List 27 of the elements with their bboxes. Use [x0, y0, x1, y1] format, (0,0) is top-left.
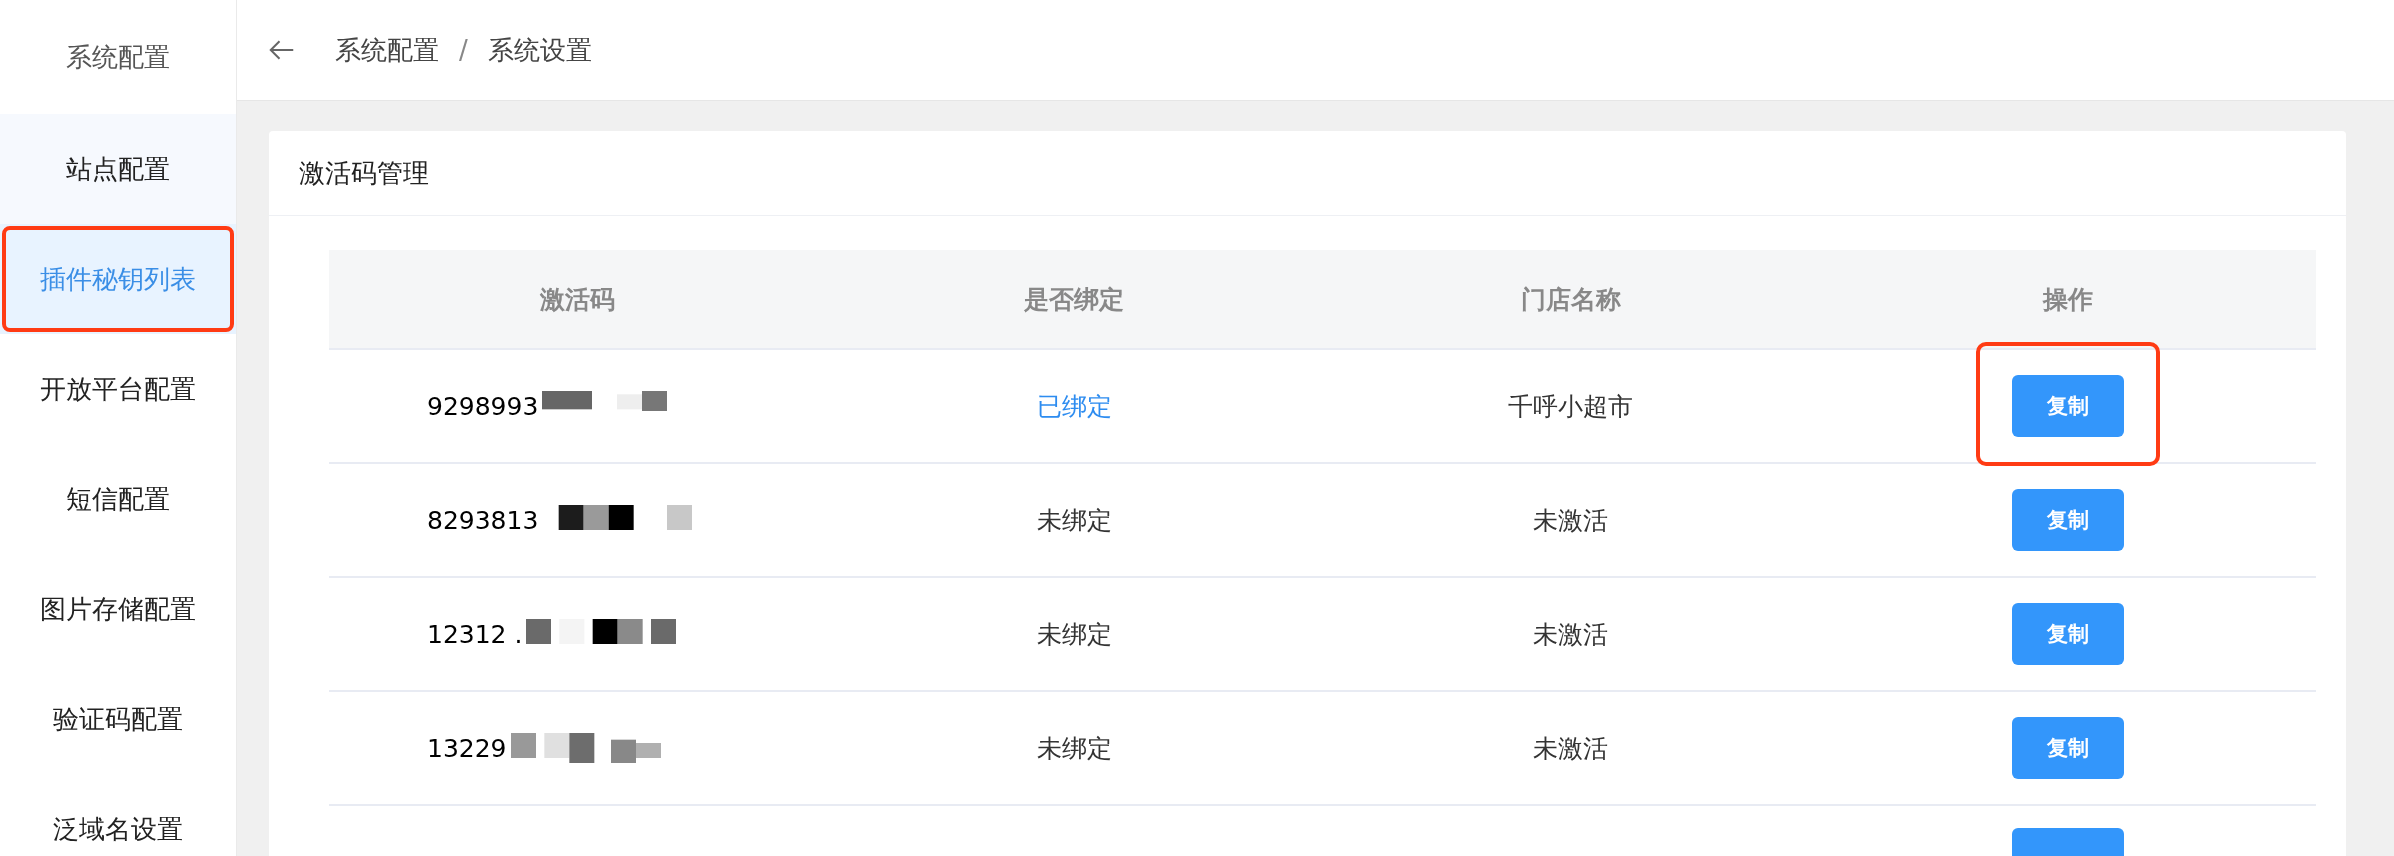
card-title: 激活码管理: [269, 131, 2346, 216]
sidebar-item[interactable]: 开放平台配置: [0, 334, 236, 444]
sidebar-item[interactable]: 站点配置: [0, 114, 236, 224]
sidebar-item[interactable]: 验证码配置: [0, 664, 236, 774]
table-cell-text: 未激活: [1533, 732, 1609, 765]
breadcrumb-separator: /: [459, 35, 468, 65]
table-cell-text: 未绑定: [1036, 732, 1112, 765]
table-cell: 9298993: [427, 391, 539, 421]
column-header: 门店名称: [1519, 283, 1622, 316]
table-cell: 8293813: [427, 505, 539, 535]
table-cell: 12312 .: [427, 619, 523, 649]
table-cell-text: 千呼小超市: [1508, 390, 1634, 423]
sidebar-title: 系统配置: [65, 40, 171, 74]
sidebar-item[interactable]: 短信配置: [0, 444, 236, 554]
table-cell-text: 未绑定: [1036, 618, 1112, 651]
table-cell: 13229: [427, 733, 507, 763]
table-cell-text: 已绑定: [1036, 390, 1112, 423]
column-header: 激活码: [538, 283, 616, 316]
table-cell-text: 未激活: [1533, 504, 1609, 537]
column-header: 操作: [2041, 283, 2094, 316]
sidebar-item[interactable]: 图片存储配置: [0, 554, 236, 664]
table-cell-text: 未绑定: [1036, 504, 1112, 537]
column-header: 是否绑定: [1023, 283, 1126, 316]
breadcrumb-item[interactable]: 系统设置: [487, 32, 592, 68]
sidebar-item[interactable]: 泛域名设置: [0, 774, 236, 856]
table-cell-text: 未激活: [1533, 618, 1609, 651]
breadcrumb-item[interactable]: 系统配置: [335, 32, 439, 68]
